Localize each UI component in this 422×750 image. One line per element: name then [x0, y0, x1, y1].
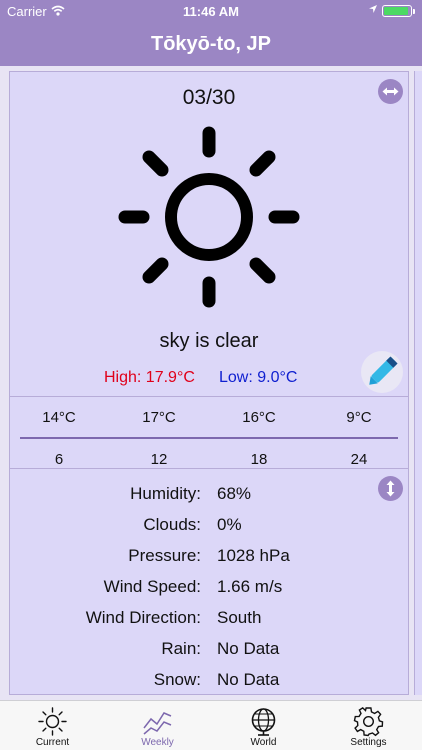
forecast-card[interactable]: 03/30 sky is clear High: 17.9°C Low: 9.0…	[9, 71, 409, 695]
next-card-peek[interactable]	[414, 71, 422, 695]
tab-current[interactable]: Current	[0, 701, 105, 750]
hour-label-6: 6	[54, 451, 64, 468]
tab-label: Weekly	[141, 737, 174, 748]
gear-icon	[353, 707, 384, 737]
marker-pen-icon	[369, 356, 398, 385]
tab-weekly[interactable]: Weekly	[105, 701, 210, 750]
page-title: Tōkyō-to, JP	[150, 33, 271, 55]
tab-label: World	[250, 737, 277, 748]
location-arrow-icon	[368, 4, 378, 17]
detail-value: No Data	[217, 639, 280, 658]
sun-icon	[38, 707, 67, 736]
detail-label: Snow:	[153, 670, 201, 689]
hourly-temperatures: 14°C 17°C 16°C 9°C	[10, 409, 408, 429]
globe-icon	[251, 708, 276, 736]
trend-chart-icon	[143, 712, 172, 735]
detail-value: 68%	[217, 484, 252, 503]
swap-arrows-icon	[382, 87, 399, 96]
detail-value: 0%	[217, 515, 242, 534]
detail-label: Clouds:	[143, 515, 201, 534]
weather-description: sky is clear	[159, 330, 259, 352]
detail-wind-speed: Wind Speed: 1.66 m/s	[10, 577, 408, 599]
hourly-temp-6: 14°C	[42, 409, 76, 426]
detail-wind-direction: Wind Direction: South	[10, 608, 408, 630]
battery-icon	[382, 5, 415, 17]
tab-bar: Current Weekly World Settings	[0, 700, 422, 750]
hour-label-18: 18	[250, 451, 268, 468]
hour-label-24: 24	[350, 451, 368, 468]
detail-clouds: Clouds: 0%	[10, 515, 408, 537]
detail-snow: Snow: No Data	[10, 670, 408, 692]
temperature-trend-line	[20, 437, 398, 439]
sun-icon	[118, 126, 300, 308]
detail-value: 1.66 m/s	[217, 577, 283, 596]
detail-label: Humidity:	[130, 484, 201, 503]
hourly-temp-24: 9°C	[346, 409, 372, 426]
detail-label: Rain:	[161, 639, 201, 658]
tab-settings[interactable]: Settings	[316, 701, 421, 750]
edit-button[interactable]	[361, 351, 403, 393]
section-divider	[10, 396, 408, 397]
status-time: 11:46 AM	[183, 4, 239, 19]
tab-label: Current	[35, 737, 70, 748]
detail-label: Wind Speed:	[103, 577, 201, 596]
navigation-bar: Tōkyō-to, JP	[0, 22, 422, 66]
tab-world[interactable]: World	[211, 701, 316, 750]
detail-value: 1028 hPa	[217, 546, 290, 565]
tab-label: Settings	[350, 737, 387, 748]
detail-label: Wind Direction:	[85, 608, 201, 627]
hourly-temp-18: 16°C	[242, 409, 276, 426]
status-bar: Carrier 11:46 AM	[0, 0, 422, 22]
detail-pressure: Pressure: 1028 hPa	[10, 546, 408, 568]
detail-humidity: Humidity: 68%	[10, 484, 408, 506]
high-temperature: High: 17.9°C	[104, 369, 195, 386]
low-temperature: Low: 9.0°C	[219, 369, 298, 386]
hour-label-12: 12	[150, 451, 168, 468]
hourly-temp-12: 17°C	[142, 409, 176, 426]
forecast-date: 03/30	[182, 86, 236, 109]
detail-value: No Data	[217, 670, 280, 689]
detail-value: South	[217, 608, 262, 627]
detail-label: Pressure:	[128, 546, 201, 565]
detail-rain: Rain: No Data	[10, 639, 408, 661]
section-divider	[10, 468, 408, 469]
swap-view-button[interactable]	[378, 79, 403, 104]
